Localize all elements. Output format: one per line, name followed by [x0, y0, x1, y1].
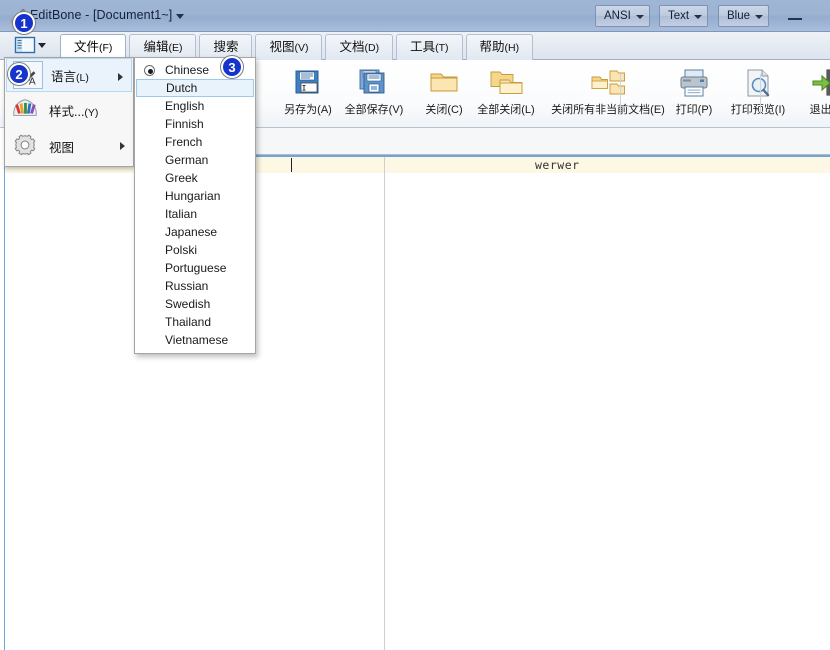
toolbar-exit-label: 退出(X) — [784, 101, 830, 117]
language-option-label: Russian — [165, 279, 208, 293]
submenu-arrow-icon — [118, 73, 123, 81]
exit-door-icon — [810, 67, 830, 99]
tab-view[interactable]: 视图(V) — [255, 34, 322, 60]
tab-document-label: 文档 — [339, 40, 364, 54]
highlighter-dropdown[interactable]: Text — [659, 5, 708, 27]
language-option-vietnamese[interactable]: Vietnamese — [135, 331, 255, 349]
tab-document-accel: (D) — [365, 42, 380, 54]
menu-item-view-label: 视图 — [49, 137, 74, 156]
menu-item-style-label: 样式...(Y) — [49, 101, 98, 120]
language-option-label: English — [165, 99, 204, 113]
palette-icon — [11, 96, 41, 124]
language-option-french[interactable]: French — [135, 133, 255, 151]
editbone-window: EditBone - [Document1~] ANSI Text Blue — [0, 0, 830, 650]
save-as-icon — [290, 67, 326, 99]
toolbar-separator — [760, 74, 761, 114]
annotation-badge-2: 2 — [8, 63, 30, 85]
right-margin-line — [384, 157, 385, 650]
language-option-label: Japanese — [165, 225, 217, 239]
chevron-down-icon[interactable] — [38, 43, 46, 48]
window-title: EditBone - [Document1~] — [30, 8, 172, 22]
chevron-down-icon — [755, 15, 763, 19]
text-caret — [291, 158, 292, 172]
language-option-russian[interactable]: Russian — [135, 277, 255, 295]
theme-value: Blue — [727, 10, 750, 22]
language-option-dutch[interactable]: Dutch — [136, 79, 254, 97]
tab-document[interactable]: 文档(D) — [325, 34, 393, 60]
document-text: werwer — [535, 157, 580, 173]
tab-file-label: 文件 — [74, 40, 99, 54]
language-option-polski[interactable]: Polski — [135, 241, 255, 259]
language-submenu: Chinese Dutch English Finnish French Ger… — [134, 57, 256, 354]
encoding-dropdown[interactable]: ANSI — [595, 5, 650, 27]
panel-toggle-icon[interactable] — [14, 35, 36, 55]
language-option-label: German — [165, 153, 208, 167]
chevron-down-icon[interactable] — [176, 14, 184, 19]
editor-area[interactable]: werwer — [4, 155, 830, 650]
language-option-label: Thailand — [165, 315, 211, 329]
language-option-label: Dutch — [166, 81, 197, 95]
print-preview-icon — [740, 67, 776, 99]
gear-icon — [11, 132, 41, 160]
language-option-label: Greek — [165, 171, 198, 185]
close-all-folders-icon — [488, 67, 524, 99]
radio-selected-icon — [144, 65, 155, 76]
annotation-badge-1: 1 — [13, 12, 35, 34]
minimize-icon — [788, 18, 802, 20]
language-option-english[interactable]: English — [135, 97, 255, 115]
highlighter-value: Text — [668, 10, 689, 22]
language-option-japanese[interactable]: Japanese — [135, 223, 255, 241]
tab-tools-label: 工具 — [410, 40, 435, 54]
tab-help[interactable]: 帮助(H) — [466, 34, 534, 60]
tab-view-label: 视图 — [269, 40, 294, 54]
language-option-portuguese[interactable]: Portuguese — [135, 259, 255, 277]
minimize-button[interactable] — [780, 5, 810, 27]
menu-item-language-label: 语言(L) — [51, 66, 89, 85]
svg-text:A: A — [29, 76, 36, 87]
close-folder-icon — [426, 67, 462, 99]
chevron-down-icon — [694, 15, 702, 19]
tab-edit-accel: (E) — [168, 42, 182, 54]
toolbar-separator — [620, 74, 621, 114]
language-option-label: Portuguese — [165, 261, 226, 275]
submenu-arrow-icon — [120, 142, 125, 150]
language-option-label: Finnish — [165, 117, 204, 131]
theme-dropdown[interactable]: Blue — [718, 5, 769, 27]
annotation-badge-3: 3 — [221, 56, 243, 78]
language-option-label: Italian — [165, 207, 197, 221]
tab-help-accel: (H) — [505, 42, 520, 54]
tab-file-accel: (F) — [99, 42, 112, 54]
menu-item-style[interactable]: 样式...(Y) — [5, 92, 133, 128]
tab-search-label: 搜索 — [213, 40, 238, 54]
language-option-finnish[interactable]: Finnish — [135, 115, 255, 133]
title-bar: EditBone - [Document1~] ANSI Text Blue — [0, 0, 830, 32]
language-option-label: Hungarian — [165, 189, 220, 203]
language-option-german[interactable]: German — [135, 151, 255, 169]
printer-icon — [676, 67, 712, 99]
chevron-down-icon — [636, 15, 644, 19]
tab-view-accel: (V) — [294, 42, 308, 54]
tab-tools-accel: (T) — [435, 42, 448, 54]
language-option-swedish[interactable]: Swedish — [135, 295, 255, 313]
tab-help-label: 帮助 — [480, 40, 505, 54]
toolbar-exit-button[interactable]: 退出(X) — [784, 64, 830, 124]
language-option-label: Chinese — [165, 63, 209, 77]
language-option-label: Polski — [165, 243, 197, 257]
tab-edit-label: 编辑 — [143, 40, 168, 54]
language-option-label: Swedish — [165, 297, 210, 311]
tab-tools[interactable]: 工具(T) — [396, 34, 462, 60]
encoding-value: ANSI — [604, 10, 631, 22]
menu-bar: 文件(F) 编辑(E) 搜索 视图(V) 文档(D) 工具(T) 帮助(H) — [0, 32, 830, 60]
language-option-italian[interactable]: Italian — [135, 205, 255, 223]
language-option-greek[interactable]: Greek — [135, 169, 255, 187]
language-option-thailand[interactable]: Thailand — [135, 313, 255, 331]
language-option-label: Vietnamese — [165, 333, 228, 347]
menu-item-view[interactable]: 视图 — [5, 128, 133, 164]
language-option-hungarian[interactable]: Hungarian — [135, 187, 255, 205]
save-all-icon — [356, 67, 392, 99]
language-option-label: French — [165, 135, 202, 149]
